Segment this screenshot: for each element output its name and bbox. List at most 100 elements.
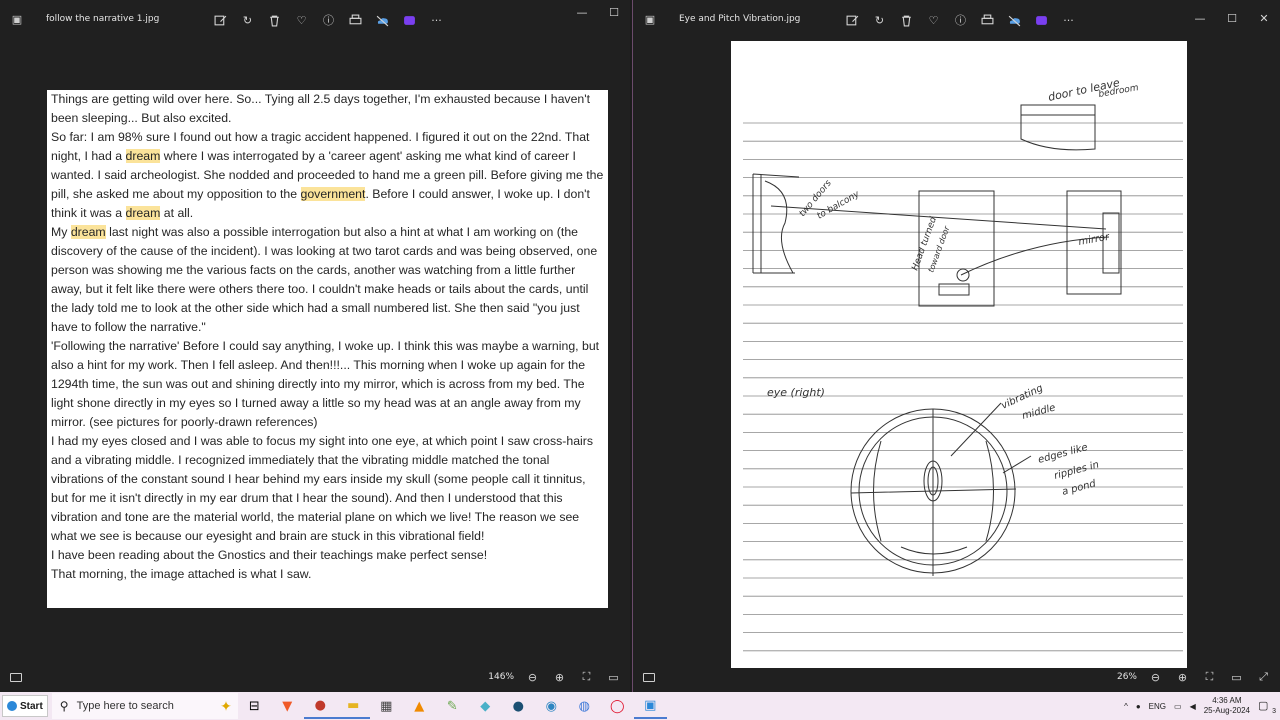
fit-window-icon[interactable]: ⛶ — [1201, 670, 1218, 684]
document-paragraph: I had my eyes closed and I was able to f… — [51, 432, 604, 546]
language-indicator[interactable]: ENG — [1149, 702, 1166, 711]
file-explorer-icon[interactable]: ▬ — [336, 693, 370, 719]
zoom-level[interactable]: 26% — [1117, 672, 1137, 682]
windows-icon — [7, 701, 17, 711]
filmstrip-icon[interactable] — [10, 672, 22, 682]
zoom-controls: 26% ⊖ ⊕ ⛶ ▭ ⤢ — [1117, 670, 1272, 684]
document-paragraph: My dream last night was also a possible … — [51, 223, 604, 337]
search-placeholder: Type here to search — [76, 700, 174, 712]
clock-date: 25-Aug-2024 — [1203, 706, 1250, 715]
onedrive-icon[interactable] — [1001, 12, 1028, 28]
notification-count: 3 — [1272, 708, 1276, 715]
window-controls: — ☐ ✕ — [1184, 12, 1280, 25]
onedrive-icon[interactable] — [369, 12, 396, 28]
paragraph-text: Things are getting wild over here. So...… — [51, 92, 591, 125]
copilot-sparkle-icon[interactable]: ✦ — [220, 698, 232, 715]
steam-icon[interactable]: ● — [502, 693, 535, 719]
zoom-level[interactable]: 146% — [488, 672, 514, 682]
paragraph-text: 'Following the narrative' Before I could… — [51, 339, 600, 429]
maximize-icon[interactable]: ☐ — [598, 6, 630, 19]
clock-time: 4:36 AM — [1212, 696, 1242, 705]
app-icon[interactable]: ● — [303, 693, 337, 719]
app-icon-3[interactable]: ◉ — [535, 693, 568, 719]
document-paragraph: So far: I am 98% sure I found out how a … — [51, 128, 604, 223]
more-icon[interactable]: ··· — [1055, 12, 1082, 28]
filmstrip-icon[interactable] — [643, 672, 655, 682]
image-toolbar: ↻ ♡ ⓘ ··· — [839, 12, 1082, 28]
edit-icon[interactable] — [839, 12, 866, 28]
delete-icon[interactable] — [261, 12, 288, 28]
zoom-in-icon[interactable]: ⊕ — [551, 671, 568, 684]
window-title: Eye and Pitch Vibration.jpg — [679, 14, 801, 24]
label-edges: edges like — [1037, 442, 1089, 466]
paragraph-text: I have been reading about the Gnostics a… — [51, 548, 488, 562]
notification-icon[interactable]: ▢ 3 — [1258, 699, 1276, 715]
fullscreen-icon[interactable]: ▭ — [605, 671, 622, 684]
status-bar: 26% ⊖ ⊕ ⛶ ▭ ⤢ — [633, 662, 1280, 692]
volume-icon[interactable]: ◀ — [1190, 702, 1196, 711]
document-paragraph: That morning, the image attached is what… — [51, 565, 604, 584]
print-icon[interactable] — [342, 12, 369, 28]
paragraph-text: last night was also a possible interroga… — [51, 225, 598, 334]
zoom-controls: 146% ⊖ ⊕ ⛶ ▭ — [488, 670, 622, 684]
highlighted-word: dream — [125, 206, 161, 220]
app-icon-4[interactable]: ◍ — [568, 693, 601, 719]
photos-app-icon: ▣ — [11, 12, 23, 26]
clipchamp-icon[interactable] — [396, 12, 423, 28]
chevron-up-icon[interactable]: ^ — [1124, 702, 1128, 711]
task-view-icon[interactable]: ⊟ — [238, 693, 271, 719]
microphone-icon[interactable]: ● — [1136, 702, 1141, 711]
image-toolbar: ↻ ♡ ⓘ ··· — [207, 12, 450, 28]
start-button[interactable]: Start — [2, 695, 48, 717]
clipchamp-icon[interactable] — [1028, 12, 1055, 28]
close-icon[interactable]: ✕ — [1248, 12, 1280, 25]
info-icon[interactable]: ⓘ — [315, 12, 342, 28]
label-middle: middle — [1021, 402, 1057, 421]
paragraph-text: at all. — [160, 206, 194, 220]
photos-app-icon: ▣ — [644, 12, 656, 26]
network-icon[interactable]: ▭ — [1174, 702, 1182, 711]
rotate-icon[interactable]: ↻ — [866, 12, 893, 28]
favorite-icon[interactable]: ♡ — [288, 12, 315, 28]
paragraph-text: That morning, the image attached is what… — [51, 567, 312, 581]
search-box[interactable]: ⚲ Type here to search ✦ — [51, 693, 238, 719]
paint-icon[interactable]: ✎ — [436, 693, 469, 719]
window-controls: — ☐ — [566, 6, 630, 19]
status-bar: 146% ⊖ ⊕ ⛶ ▭ — [0, 662, 630, 692]
window-title: follow the narrative 1.jpg — [46, 14, 160, 24]
vlc-icon[interactable]: ▲ — [403, 693, 436, 719]
info-icon[interactable]: ⓘ — [947, 12, 974, 28]
favorite-icon[interactable]: ♡ — [920, 12, 947, 28]
photos-icon[interactable]: ▣ — [633, 693, 667, 719]
highlighted-word: dream — [70, 225, 106, 239]
print-icon[interactable] — [974, 12, 1001, 28]
fullscreen-icon[interactable]: ⤢ — [1255, 670, 1272, 684]
sketch-drawing: door to leave bedroom two doors to balco… — [743, 76, 1183, 652]
clock[interactable]: 4:36 AM 25-Aug-2024 — [1204, 696, 1250, 716]
opera-icon[interactable]: ◯ — [601, 693, 634, 719]
filmstrip-toggle-icon[interactable]: ▭ — [1228, 671, 1245, 684]
highlighted-word: government — [300, 187, 366, 201]
app-icon-2[interactable]: ◆ — [469, 693, 502, 719]
search-icon: ⚲ — [59, 699, 69, 713]
zoom-out-icon[interactable]: ⊖ — [1147, 671, 1164, 684]
rotate-icon[interactable]: ↻ — [234, 12, 261, 28]
photos-window-left: ▣ follow the narrative 1.jpg ↻ ♡ ⓘ ··· —… — [0, 0, 630, 692]
zoom-out-icon[interactable]: ⊖ — [524, 671, 541, 684]
document-paragraph: Things are getting wild over here. So...… — [51, 90, 604, 128]
document-paragraph: I have been reading about the Gnostics a… — [51, 546, 604, 565]
minimize-icon[interactable]: — — [1184, 12, 1216, 25]
maximize-icon[interactable]: ☐ — [1216, 12, 1248, 25]
fit-window-icon[interactable]: ⛶ — [578, 670, 595, 684]
more-icon[interactable]: ··· — [423, 12, 450, 28]
delete-icon[interactable] — [893, 12, 920, 28]
zoom-in-icon[interactable]: ⊕ — [1174, 671, 1191, 684]
minimize-icon[interactable]: — — [566, 6, 598, 19]
brave-icon[interactable]: ▼ — [271, 693, 304, 719]
label-mirror: mirror — [1078, 232, 1111, 248]
edit-icon[interactable] — [207, 12, 234, 28]
label-pond: a pond — [1061, 478, 1098, 498]
photos-window-right: ▣ Eye and Pitch Vibration.jpg ↻ ♡ ⓘ ··· … — [632, 0, 1280, 692]
start-label: Start — [20, 700, 43, 712]
calculator-icon[interactable]: ▦ — [370, 693, 403, 719]
